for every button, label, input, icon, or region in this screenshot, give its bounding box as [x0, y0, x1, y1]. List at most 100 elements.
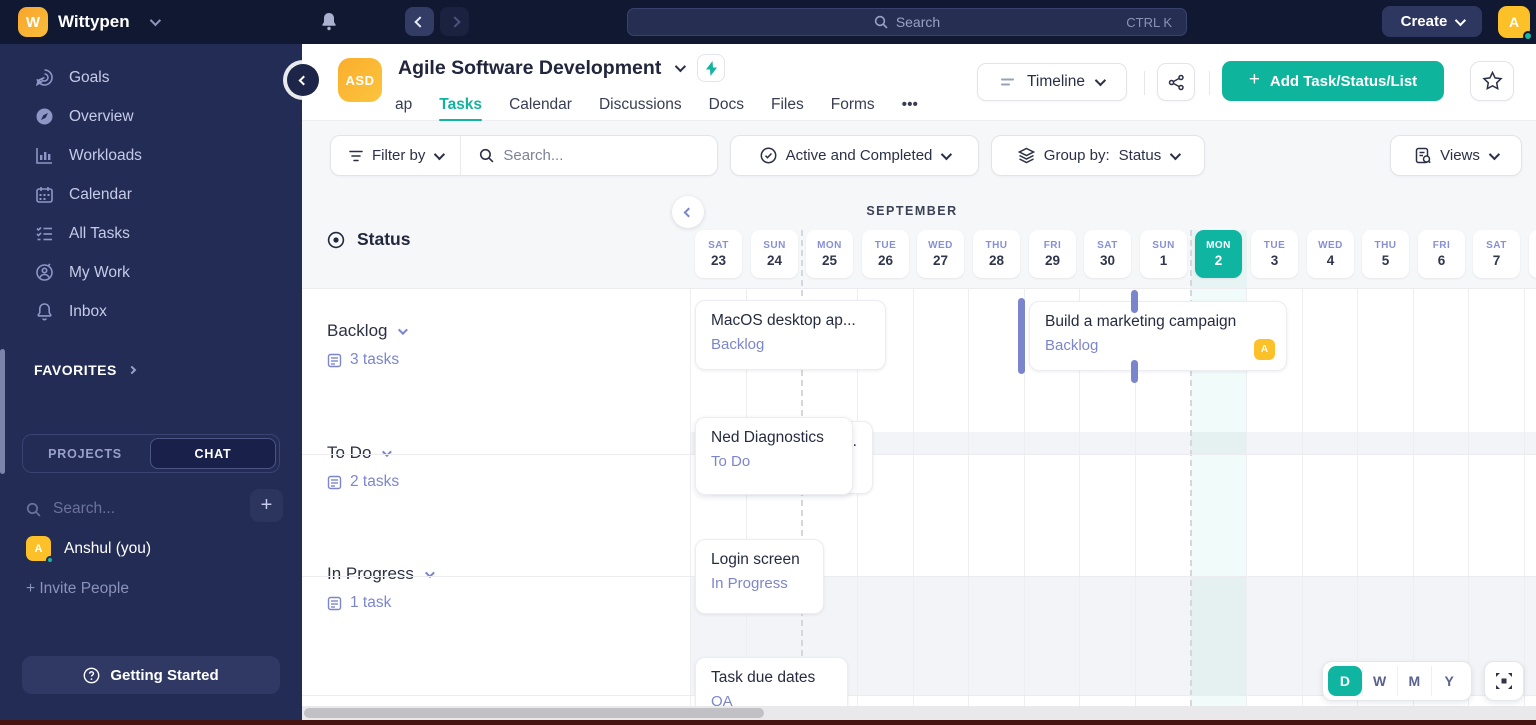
sidebar-item-label: My Work	[69, 263, 130, 281]
sidebar-item-my-work[interactable]: My Work	[0, 253, 302, 292]
tab-forms[interactable]: Forms	[831, 88, 875, 121]
sidebar-item-calendar[interactable]: Calendar	[0, 175, 302, 214]
group-by-status-header[interactable]: Status	[327, 229, 410, 250]
timeline-scroll-left-button[interactable]	[672, 196, 704, 228]
favorites-section[interactable]: FAVORITES	[34, 362, 137, 378]
timeline-lines-icon	[1001, 77, 1017, 87]
day-cell-today[interactable]: MON 2	[1195, 230, 1242, 278]
nav-back-button[interactable]	[405, 7, 434, 36]
create-chevron-icon	[1455, 14, 1467, 26]
day-cell[interactable]: FRI 29	[1029, 230, 1076, 278]
group-count-row[interactable]: 2 tasks	[327, 473, 399, 491]
group-backlog: Backlog 3 tasks	[327, 321, 409, 369]
sidebar-item-overview[interactable]: Overview	[0, 97, 302, 136]
scrollbar-thumb[interactable]	[304, 708, 764, 718]
card-resize-handle-top[interactable]	[1131, 290, 1138, 313]
help-question-icon	[83, 667, 100, 684]
filter-by-chevron-icon	[434, 148, 446, 160]
zoom-year-button[interactable]: Y	[1431, 666, 1466, 696]
task-card-login-screen[interactable]: Login screen In Progress	[695, 539, 824, 614]
add-task-status-list-button[interactable]: + Add Task/Status/List	[1222, 61, 1444, 101]
group-title-row[interactable]: Backlog	[327, 321, 409, 341]
zoom-day-button[interactable]: D	[1328, 666, 1362, 696]
day-cell[interactable]: THU 5	[1362, 230, 1409, 278]
task-card-ned-diagnostics[interactable]: Ned Diagnostics To Do	[695, 417, 853, 495]
day-cell[interactable]: SUN 1	[1140, 230, 1187, 278]
tab-roadmap-truncated[interactable]: ap	[395, 88, 412, 121]
tab-projects[interactable]: PROJECTS	[23, 435, 147, 472]
chat-user-row[interactable]: A Anshul (you)	[26, 536, 151, 564]
group-count: 3 tasks	[350, 351, 400, 368]
global-search-input[interactable]: Search CTRL K	[627, 8, 1187, 36]
sidebar-item-goals[interactable]: Goals	[0, 58, 302, 97]
workloads-chart-icon	[34, 146, 54, 165]
notifications-bell-icon[interactable]	[320, 12, 338, 31]
day-cell[interactable]: FRI 6	[1418, 230, 1465, 278]
nav-forward-button[interactable]	[440, 7, 469, 36]
task-search-input[interactable]: Search...	[461, 136, 581, 175]
sidebar-scrollbar[interactable]	[0, 349, 5, 474]
status-filter-dropdown[interactable]: Active and Completed	[730, 135, 979, 176]
automation-bolt-button[interactable]	[697, 54, 726, 82]
day-cell-partial[interactable]	[1529, 230, 1536, 278]
task-card-macos[interactable]: MacOS desktop ap... Backlog	[695, 300, 886, 370]
group-by-value: Status	[1118, 147, 1162, 164]
tab-discussions[interactable]: Discussions	[599, 88, 682, 121]
day-cell[interactable]: SAT 7	[1473, 230, 1520, 278]
day-cell[interactable]: SAT 30	[1084, 230, 1131, 278]
sidebar-item-label: Inbox	[69, 302, 107, 320]
day-cell[interactable]: MON 25	[806, 230, 853, 278]
day-cell[interactable]: WED 4	[1307, 230, 1354, 278]
favorite-star-button[interactable]	[1470, 61, 1514, 101]
tab-docs[interactable]: Docs	[709, 88, 744, 121]
timeline-rows: Backlog 3 tasks To Do 2 tasks In Progres…	[302, 230, 1536, 725]
filter-by-dropdown[interactable]: Filter by	[331, 136, 460, 175]
group-title-row[interactable]: To Do	[327, 443, 399, 463]
day-cell[interactable]: WED 27	[917, 230, 964, 278]
tab-chat[interactable]: CHAT	[150, 438, 276, 469]
sidebar-item-workloads[interactable]: Workloads	[0, 136, 302, 175]
sidebar-item-inbox[interactable]: Inbox	[0, 292, 302, 331]
tab-calendar[interactable]: Calendar	[509, 88, 572, 121]
layers-icon	[1017, 147, 1035, 164]
app-name[interactable]: Wittypen	[58, 12, 130, 32]
task-card-marketing[interactable]: Build a marketing campaign Backlog A	[1029, 301, 1287, 371]
horizontal-scrollbar[interactable]	[302, 706, 1536, 720]
views-dropdown[interactable]: Views	[1390, 135, 1522, 176]
assignee-avatar[interactable]: A	[1254, 339, 1275, 360]
day-cell[interactable]: SAT 23	[695, 230, 742, 278]
user-avatar[interactable]: A	[1498, 6, 1533, 41]
create-button[interactable]: Create	[1382, 6, 1482, 37]
card-resize-handle-bottom[interactable]	[1131, 360, 1138, 383]
project-title-chevron-icon[interactable]	[675, 60, 687, 73]
invite-people-link[interactable]: + Invite People	[26, 580, 129, 598]
views-chevron-icon	[1488, 148, 1500, 160]
app-switcher-chevron-icon[interactable]	[149, 14, 162, 27]
view-selector-chevron-icon	[1094, 74, 1107, 87]
fullscreen-button[interactable]	[1484, 661, 1524, 701]
tab-tasks[interactable]: Tasks	[439, 88, 482, 121]
view-selector-dropdown[interactable]: Timeline	[977, 63, 1127, 101]
zoom-week-button[interactable]: W	[1361, 666, 1397, 696]
sidebar-search-input[interactable]: Search...	[26, 492, 276, 526]
share-button[interactable]	[1157, 63, 1195, 101]
new-chat-button[interactable]: +	[250, 489, 283, 522]
getting-started-button[interactable]: Getting Started	[22, 656, 280, 694]
day-cell[interactable]: THU 28	[973, 230, 1020, 278]
group-title-row[interactable]: In Progress	[327, 564, 435, 584]
card-drag-bar[interactable]	[1018, 298, 1025, 374]
day-cell[interactable]: TUE 3	[1251, 230, 1298, 278]
sidebar-item-all-tasks[interactable]: All Tasks	[0, 214, 302, 253]
day-cell[interactable]: SUN 24	[751, 230, 798, 278]
tab-files[interactable]: Files	[771, 88, 804, 121]
group-count-row[interactable]: 3 tasks	[327, 351, 405, 369]
project-avatar[interactable]: ASD	[338, 58, 382, 102]
tabs-overflow-menu[interactable]: •••	[902, 88, 918, 121]
app-logo[interactable]: W	[18, 7, 48, 37]
zoom-month-button[interactable]: M	[1396, 666, 1432, 696]
day-cell[interactable]: TUE 26	[862, 230, 909, 278]
group-count-row[interactable]: 1 task	[327, 594, 432, 612]
all-tasks-checklist-icon	[34, 224, 54, 243]
group-by-dropdown[interactable]: Group by: Status	[991, 135, 1205, 176]
sidebar-collapse-button[interactable]	[287, 64, 319, 96]
